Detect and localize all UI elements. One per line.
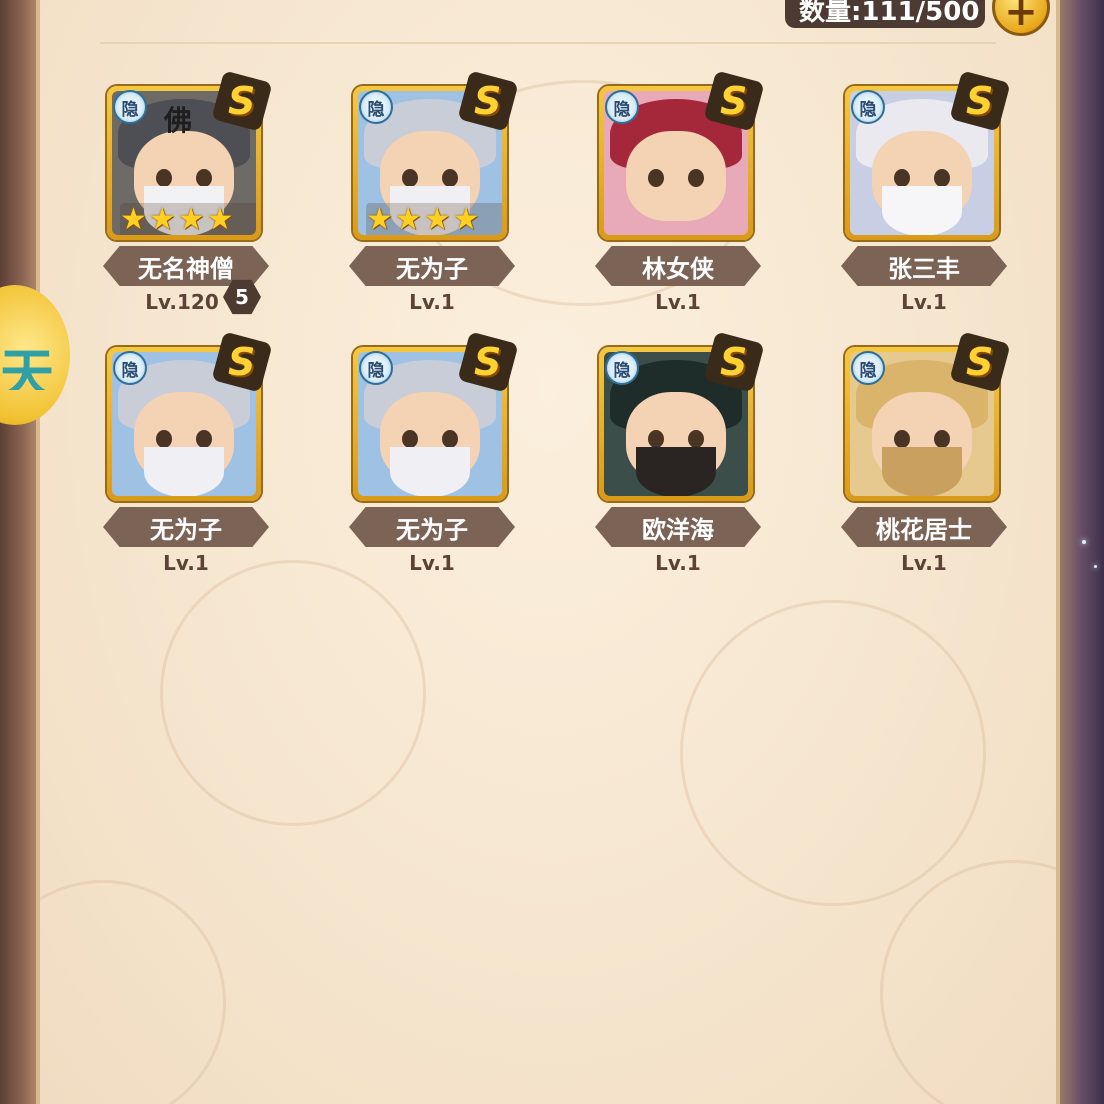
hidden-tag-badge: 隐 xyxy=(851,90,885,124)
rank-label: S xyxy=(966,340,994,384)
hero-level: Lv.1 xyxy=(901,290,947,314)
hero-level: Lv.1 xyxy=(409,551,455,575)
hero-eye xyxy=(402,430,418,448)
hero-eye xyxy=(156,430,172,448)
hero-name: 林女侠 xyxy=(595,246,761,286)
hero-beard xyxy=(882,447,962,496)
hero-eye xyxy=(196,169,212,187)
hero-level: Lv.1 xyxy=(163,551,209,575)
stars-icon: ★★★★ xyxy=(366,202,482,236)
ornament xyxy=(160,560,426,826)
hero-eye xyxy=(442,430,458,448)
hidden-tag-badge: 隐 xyxy=(851,351,885,385)
plus-icon: + xyxy=(1004,0,1038,35)
hero-eye xyxy=(156,169,172,187)
hero-name: 张三丰 xyxy=(841,246,1007,286)
hero-eye xyxy=(402,169,418,187)
hero-name: 桃花居士 xyxy=(841,507,1007,547)
hidden-tag-badge: 隐 xyxy=(113,351,147,385)
hero-eye xyxy=(894,430,910,448)
header-divider xyxy=(100,42,996,44)
side-tab-label: 天 xyxy=(0,343,54,390)
hero-card[interactable]: 隐 S 张三丰 Lv.1 xyxy=(841,70,1011,326)
hero-eye xyxy=(934,430,950,448)
rank-label: S xyxy=(720,340,748,384)
rank-label: S xyxy=(720,79,748,123)
hero-card[interactable]: 佛 ★★★★ 隐 S 无名神僧 Lv.120 5 xyxy=(103,70,273,326)
hero-card[interactable]: 隐 S 桃花居士 Lv.1 xyxy=(841,331,1011,587)
hidden-tag-badge: 隐 xyxy=(113,90,147,124)
hero-eye xyxy=(688,430,704,448)
rank-label: S xyxy=(228,340,256,384)
hero-beard xyxy=(636,447,716,496)
hero-eye xyxy=(648,430,664,448)
hero-card[interactable]: ★★★★ 隐 S 无为子 Lv.1 xyxy=(349,70,519,326)
hero-level: Lv.1 xyxy=(901,551,947,575)
hero-level: Lv.1 xyxy=(655,551,701,575)
scroll-frame-right xyxy=(1056,0,1104,1104)
hero-name: 无为子 xyxy=(349,246,515,286)
rank-label: S xyxy=(966,79,994,123)
hidden-tag-badge: 隐 xyxy=(605,90,639,124)
hero-eye xyxy=(934,169,950,187)
hero-card[interactable]: 隐 S 欧洋海 Lv.1 xyxy=(595,331,765,587)
hero-card[interactable]: 隐 S 无为子 Lv.1 xyxy=(103,331,273,587)
hero-level: Lv.1 xyxy=(655,290,701,314)
stars-icon: ★★★★ xyxy=(120,202,236,236)
sparkle-effect xyxy=(1082,540,1086,544)
rank-label: S xyxy=(474,340,502,384)
hero-beard xyxy=(882,186,962,235)
star-rating: ★★★★ xyxy=(120,203,256,235)
hero-eye xyxy=(894,169,910,187)
ornament xyxy=(880,860,1056,1104)
hidden-tag-badge: 隐 xyxy=(359,351,393,385)
star-rating: ★★★★ xyxy=(366,203,502,235)
hero-eye xyxy=(648,169,664,187)
hero-name: 欧洋海 xyxy=(595,507,761,547)
hero-card[interactable]: 隐 S 林女侠 Lv.1 xyxy=(595,70,765,326)
hero-beard xyxy=(390,447,470,496)
hero-name: 无为子 xyxy=(103,507,269,547)
hat-label: 佛 xyxy=(164,104,193,137)
hidden-tag-badge: 隐 xyxy=(605,351,639,385)
hero-level: Lv.1 xyxy=(409,290,455,314)
ornament xyxy=(680,600,986,906)
hero-face xyxy=(626,131,726,221)
hero-beard xyxy=(144,447,224,496)
hidden-tag-badge: 隐 xyxy=(359,90,393,124)
scroll-frame-left xyxy=(0,0,40,1104)
hero-eye xyxy=(442,169,458,187)
hero-name: 无为子 xyxy=(349,507,515,547)
sparkle-effect xyxy=(1094,565,1097,568)
ornament xyxy=(40,880,226,1104)
hero-count-label: 数量:111/500 xyxy=(785,0,985,28)
hero-eye xyxy=(196,430,212,448)
hero-eye xyxy=(688,169,704,187)
hero-card[interactable]: 隐 S 无为子 Lv.1 xyxy=(349,331,519,587)
rank-label: S xyxy=(228,79,256,123)
rank-label: S xyxy=(474,79,502,123)
